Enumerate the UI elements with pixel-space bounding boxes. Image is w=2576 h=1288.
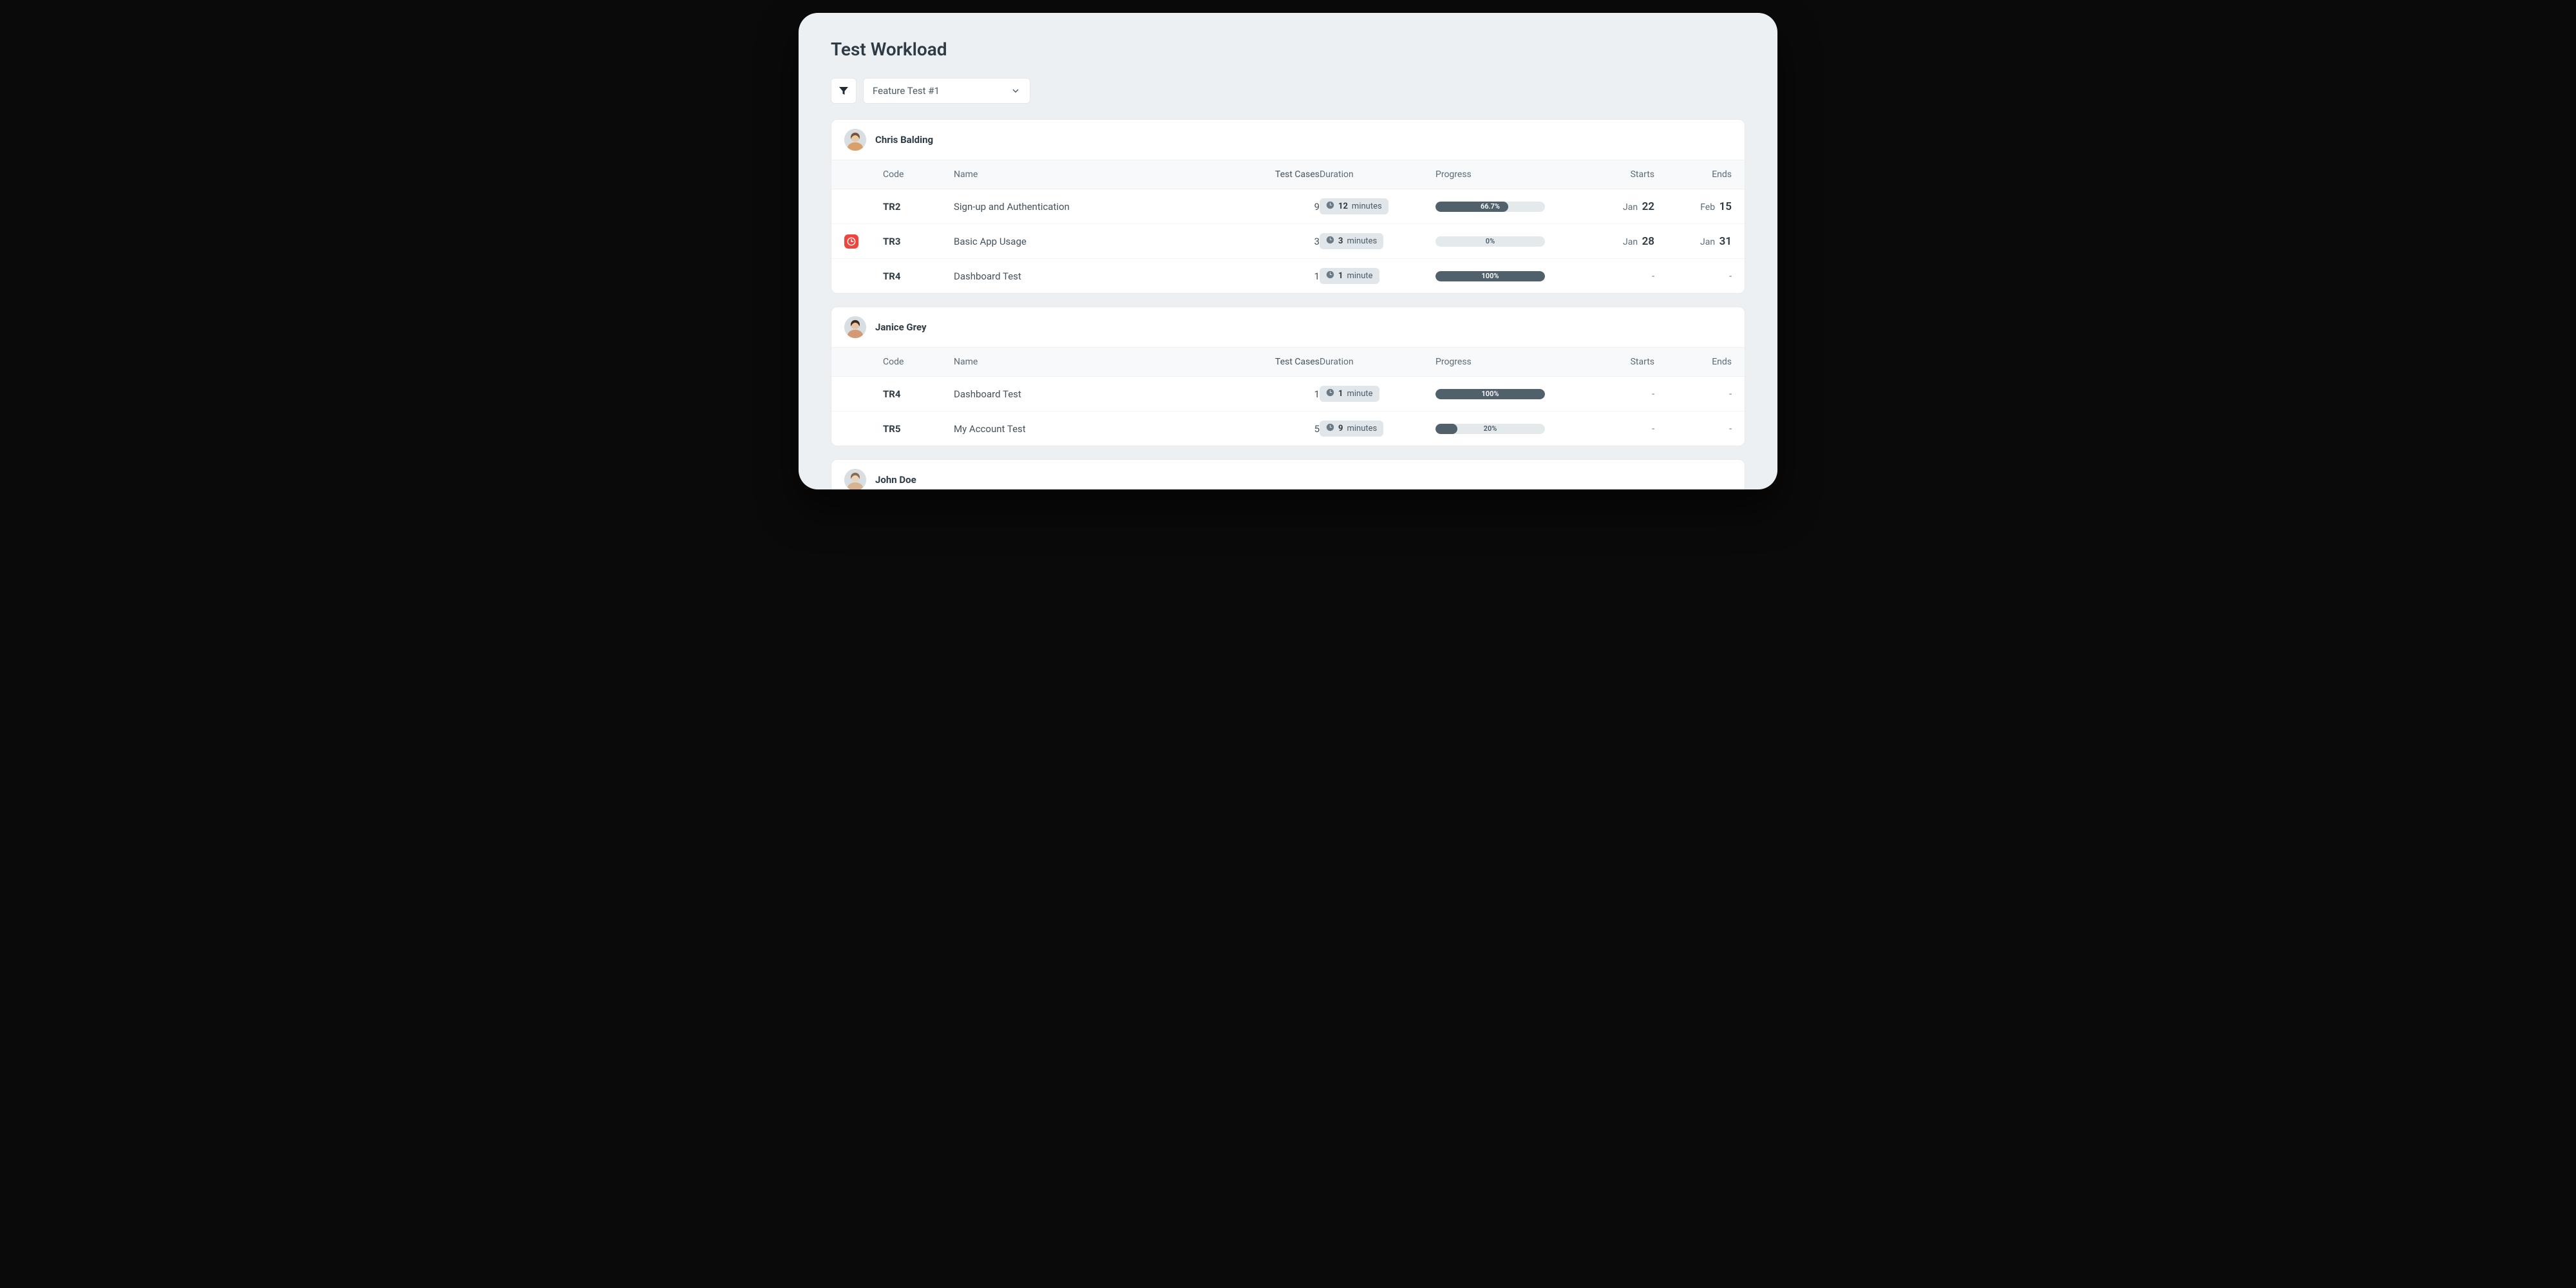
row-progress: 100% [1435, 389, 1564, 399]
col-ends: Ends [1654, 357, 1732, 367]
progress-bar: 100% [1435, 389, 1545, 399]
row-ends: Feb 15 [1654, 200, 1732, 213]
row-starts: - [1564, 389, 1654, 399]
progress-label: 20% [1435, 424, 1545, 434]
group-person-name: John Doe [875, 474, 916, 486]
table-row[interactable]: TR4 Dashboard Test 1 1 minute 100% - - [831, 259, 1745, 293]
duration-pill: 3 minutes [1320, 233, 1383, 249]
workload-group: Janice Grey Code Name Test Cases Duratio… [831, 307, 1745, 446]
progress-bar: 20% [1435, 424, 1545, 434]
avatar [844, 129, 866, 151]
progress-label: 100% [1435, 389, 1545, 399]
toolbar: Feature Test #1 [831, 78, 1745, 104]
group-header[interactable]: Janice Grey [831, 307, 1745, 347]
duration-pill: 1 minute [1320, 268, 1379, 284]
row-name: Dashboard Test [954, 388, 1229, 400]
duration-pill: 9 minutes [1320, 421, 1383, 437]
progress-label: 66.7% [1435, 202, 1545, 212]
col-progress: Progress [1435, 357, 1564, 367]
workload-group: John Doe [831, 459, 1745, 489]
row-code: TR2 [883, 201, 954, 213]
progress-bar: 66.7% [1435, 202, 1545, 212]
col-test-cases: Test Cases [1229, 169, 1320, 180]
row-ends: Jan 31 [1654, 235, 1732, 248]
avatar [844, 469, 866, 489]
col-progress: Progress [1435, 169, 1564, 180]
group-header[interactable]: John Doe [831, 460, 1745, 489]
row-ends: - [1654, 271, 1732, 281]
row-code: TR5 [883, 423, 954, 435]
feature-select-value: Feature Test #1 [873, 85, 940, 97]
avatar [844, 316, 866, 338]
row-starts: - [1564, 271, 1654, 281]
row-test-cases: 5 [1229, 423, 1320, 435]
row-code: TR4 [883, 270, 954, 282]
filter-button[interactable] [831, 78, 857, 104]
progress-label: 100% [1435, 271, 1545, 281]
table-row[interactable]: TR5 My Account Test 5 9 minutes 20% - [831, 412, 1745, 446]
row-duration: 3 minutes [1320, 233, 1435, 249]
table-header: Code Name Test Cases Duration Progress S… [831, 160, 1745, 189]
col-name: Name [954, 357, 1229, 367]
row-duration: 1 minute [1320, 268, 1435, 284]
clock-icon [1326, 201, 1334, 212]
row-name: Dashboard Test [954, 270, 1229, 282]
progress-bar: 0% [1435, 236, 1545, 247]
feature-select[interactable]: Feature Test #1 [863, 78, 1030, 104]
table-row[interactable]: TR4 Dashboard Test 1 1 minute 100% - - [831, 377, 1745, 412]
row-ends: - [1654, 424, 1732, 434]
col-starts: Starts [1564, 169, 1654, 180]
col-name: Name [954, 169, 1229, 180]
clock-icon [1326, 388, 1334, 399]
col-starts: Starts [1564, 357, 1654, 367]
row-duration: 12 minutes [1320, 198, 1435, 214]
clock-icon [1326, 270, 1334, 281]
group-person-name: Janice Grey [875, 321, 927, 333]
funnel-icon [838, 86, 849, 96]
group-person-name: Chris Balding [875, 134, 933, 146]
row-ends: - [1654, 389, 1732, 399]
row-progress: 66.7% [1435, 202, 1564, 212]
row-progress: 100% [1435, 271, 1564, 281]
row-status-cell [844, 234, 883, 249]
table-row[interactable]: TR3 Basic App Usage 3 3 minutes 0% Jan 2… [831, 224, 1745, 259]
row-test-cases: 1 [1229, 270, 1320, 282]
col-code: Code [883, 169, 954, 180]
chevron-down-icon [1010, 86, 1021, 96]
duration-pill: 12 minutes [1320, 198, 1388, 214]
row-test-cases: 1 [1229, 388, 1320, 400]
col-test-cases: Test Cases [1229, 357, 1320, 367]
row-starts: - [1564, 424, 1654, 434]
row-code: TR3 [883, 236, 954, 247]
col-ends: Ends [1654, 169, 1732, 180]
col-duration: Duration [1320, 169, 1435, 180]
row-starts: Jan 28 [1564, 235, 1654, 248]
row-name: Sign-up and Authentication [954, 201, 1229, 213]
progress-bar: 100% [1435, 271, 1545, 281]
row-name: Basic App Usage [954, 236, 1229, 247]
row-duration: 1 minute [1320, 386, 1435, 402]
row-name: My Account Test [954, 423, 1229, 435]
row-test-cases: 3 [1229, 236, 1320, 247]
row-code: TR4 [883, 388, 954, 400]
table-row[interactable]: TR2 Sign-up and Authentication 9 12 minu… [831, 189, 1745, 224]
row-progress: 0% [1435, 236, 1564, 247]
row-starts: Jan 22 [1564, 200, 1654, 213]
row-progress: 20% [1435, 424, 1564, 434]
progress-label: 0% [1435, 236, 1545, 247]
page-title: Test Workload [831, 39, 1745, 60]
row-duration: 9 minutes [1320, 421, 1435, 437]
group-header[interactable]: Chris Balding [831, 120, 1745, 160]
clock-icon [1326, 236, 1334, 247]
app-frame: Test Workload Feature Test #1 Chris Bald… [799, 13, 1777, 489]
duration-pill: 1 minute [1320, 386, 1379, 402]
workload-group: Chris Balding Code Name Test Cases Durat… [831, 119, 1745, 294]
overdue-icon [844, 234, 858, 249]
table-header: Code Name Test Cases Duration Progress S… [831, 347, 1745, 377]
clock-icon [1326, 423, 1334, 434]
col-code: Code [883, 357, 954, 367]
row-test-cases: 9 [1229, 201, 1320, 213]
col-duration: Duration [1320, 357, 1435, 367]
